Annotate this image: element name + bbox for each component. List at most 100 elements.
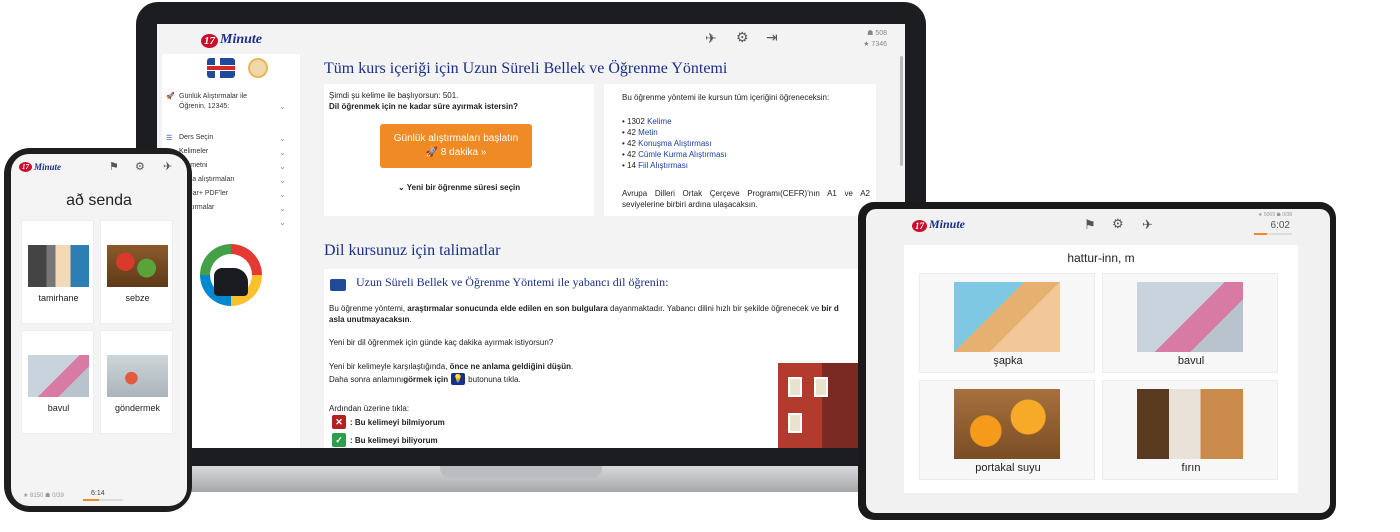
method-title: Uzun Süreli Bellek ve Öğrenme Yöntemi il… (356, 275, 669, 289)
chevron-down-icon: ⌄ (279, 204, 286, 213)
speaker-icon[interactable]: ⚑ (1084, 217, 1096, 233)
list-item: • 42 Cümle Kurma Alıştırması (622, 150, 727, 159)
chevron-down-icon: ⌄ (279, 190, 286, 199)
content-link[interactable]: Fiil Alıştırması (638, 161, 688, 170)
gear-icon[interactable]: ⚙ (736, 29, 749, 46)
think-instruction: Yeni bir kelimeyle karşılaştığında, önce… (329, 362, 574, 371)
logout-icon[interactable]: ⇥ (766, 29, 778, 46)
tile-label: fırın (1181, 462, 1201, 474)
scrollbar[interactable] (900, 56, 903, 166)
phone-screen: 17 Minute ⚑ ⚙ ✈ að senda tamirhane sebze … (11, 154, 187, 506)
content-list: • 1302 Kelime • 42 Metin • 42 Konuşma Al… (622, 116, 727, 171)
tile-label: bavul (47, 403, 70, 413)
answer-tile[interactable]: tamirhane (21, 220, 94, 324)
chevron-down-icon: ⌄ (279, 176, 286, 185)
sidebar-item-label: Günlük Alıştırmalar ile Öğrenin, 12345: (179, 93, 248, 110)
answer-tile[interactable]: fırın (1102, 380, 1278, 480)
list-item: • 42 Metin (622, 128, 658, 137)
new-time-link[interactable]: ⌄ Yeni bir öğrenme süresi seçin (398, 182, 520, 193)
main-content: Tüm kurs içeriği için Uzun Süreli Bellek… (307, 54, 905, 448)
sidebar-item-label: Ders Seçin (179, 134, 214, 141)
tile-label: sebze (125, 293, 150, 303)
sidebar-item-daily[interactable]: 🚀 Günlük Alıştırmalar ile Öğrenin, 12345… (166, 92, 286, 112)
mute-icon[interactable]: ✈ (163, 160, 172, 173)
suitcase-image (1137, 282, 1243, 352)
header-stats: ★ 5069 ☗ 0/38 (1258, 212, 1292, 218)
stat-lessons: ☗ 508 (867, 30, 887, 37)
content-link[interactable]: Konuşma Alıştırması (638, 139, 711, 148)
answer-tile[interactable]: göndermek (100, 330, 173, 434)
list-icon: ☰ (166, 135, 173, 142)
mute-icon[interactable]: ✈ (705, 30, 717, 47)
lightbulb-icon: 💡 (451, 373, 466, 385)
tile-label: portakal suyu (975, 462, 1041, 474)
chevron-down-icon: ⌄ (279, 102, 286, 111)
method-paragraph-2: asla unutmayacaksın. (329, 315, 412, 324)
timer-progress (1254, 233, 1292, 235)
list-item: • 1302 Kelime (622, 117, 672, 126)
start-card: Şimdi şu kelime ile başlıyorsun: 501. Di… (324, 84, 594, 216)
package-image (107, 355, 168, 397)
mute-icon[interactable]: ✈ (1142, 217, 1153, 233)
timer-progress (83, 499, 123, 501)
gear-icon[interactable]: ⚙ (1112, 216, 1124, 232)
content-link[interactable]: Cümle Kurma Alıştırması (638, 150, 726, 159)
timer: 6:02 (1270, 220, 1290, 231)
click-instruction: Ardından üzerine tıkla: (329, 404, 410, 413)
header-stats: ☗ 508 ★ 7346 (863, 28, 887, 50)
list-item: • 14 Fiil Alıştırması (622, 161, 688, 170)
logo-text: Minute (220, 32, 263, 47)
know-row: ✓: Bu kelimeyi biliyorum (332, 433, 438, 447)
instructions-card: Uzun Süreli Bellek ve Öğrenme Yöntemi il… (324, 269, 884, 448)
answer-tile[interactable]: sebze (100, 220, 173, 324)
content-link[interactable]: Metin (638, 128, 658, 137)
answer-tile[interactable]: portakal suyu (919, 380, 1095, 480)
close-icon: ✕ (332, 415, 346, 429)
tile-label: bavul (1177, 355, 1205, 367)
laptop-screen: 17 Minute ✈ ⚙ ⇥ ☗ 508 ★ 7346 🚀 Günlük Al… (157, 24, 905, 448)
avatar[interactable] (248, 58, 268, 78)
brand-logo[interactable]: 17 Minute (912, 217, 965, 232)
iceland-flag-icon (330, 279, 346, 291)
content-link[interactable]: Kelime (647, 117, 671, 126)
phone-footer: ★ 8150 ☗ 0/39 6:14 (11, 484, 187, 506)
vegetables-image (107, 245, 168, 287)
prompt-word: hattur-inn, m (1067, 251, 1135, 265)
answer-tile[interactable]: bavul (21, 330, 94, 434)
start-word-text: Şimdi şu kelime ile başlıyorsun: 501. (329, 91, 459, 100)
gear-icon[interactable]: ⚙ (135, 160, 145, 173)
tire-image (28, 245, 89, 287)
page-title: Tüm kurs içeriği için Uzun Süreli Bellek… (324, 60, 728, 77)
dont-know-row: ✕: Bu kelimeyi bilmiyorum (332, 415, 445, 429)
iceland-flag-icon[interactable] (207, 58, 235, 78)
house-image (778, 363, 858, 448)
content-card: Bu öğrenme yöntemi ile kursun tüm içeriğ… (604, 84, 876, 216)
answer-tile[interactable]: bavul (1102, 273, 1278, 373)
tile-label: şapka (993, 355, 1023, 367)
instructions-title: Dil kursunuz için talimatlar (324, 242, 501, 259)
chevron-down-icon: ⌄ (279, 134, 286, 143)
brand-logo[interactable]: 17 Minute (19, 162, 61, 172)
content-intro: Bu öğrenme yöntemi ile kursun tüm içeriğ… (622, 93, 830, 102)
chevron-down-icon: ⌄ (279, 162, 286, 171)
answer-tile[interactable]: şapka (919, 273, 1095, 373)
start-button-duration: 🚀 8 dakika » (425, 147, 487, 158)
cefr-text: Avrupa Dilleri Ortak Çerçeve Programı(CE… (622, 189, 870, 209)
chevron-down-icon: ⌄ (279, 218, 286, 227)
chevron-down-icon: ⌄ (279, 148, 286, 157)
speaker-icon[interactable]: ⚑ (109, 160, 119, 173)
tile-label: göndermek (114, 403, 161, 413)
logo-number: 17 (201, 34, 218, 48)
brand-logo[interactable]: 17 Minute (201, 32, 262, 48)
minutes-question: Yeni bir dil öğrenmek için günde kaç dak… (329, 338, 554, 347)
reveal-instruction: Daha sonra anlamını görmek için 💡 butonun… (329, 373, 521, 385)
sidebar-item-lessons[interactable]: ☰ Ders Seçin ⌄ (166, 134, 286, 143)
hat-image (954, 282, 1060, 352)
rocket-icon: 🚀 (166, 93, 175, 100)
list-item: • 42 Konuşma Alıştırması (622, 139, 712, 148)
laptop-header: 17 Minute ✈ ⚙ ⇥ ☗ 508 ★ 7346 (157, 24, 905, 54)
start-daily-button[interactable]: Günlük alıştırmaları başlatın 🚀 8 dakika… (380, 124, 532, 168)
start-button-label: Günlük alıştırmaları başlatın (393, 133, 519, 144)
check-icon: ✓ (332, 433, 346, 447)
prompt-word: að senda (66, 192, 132, 209)
